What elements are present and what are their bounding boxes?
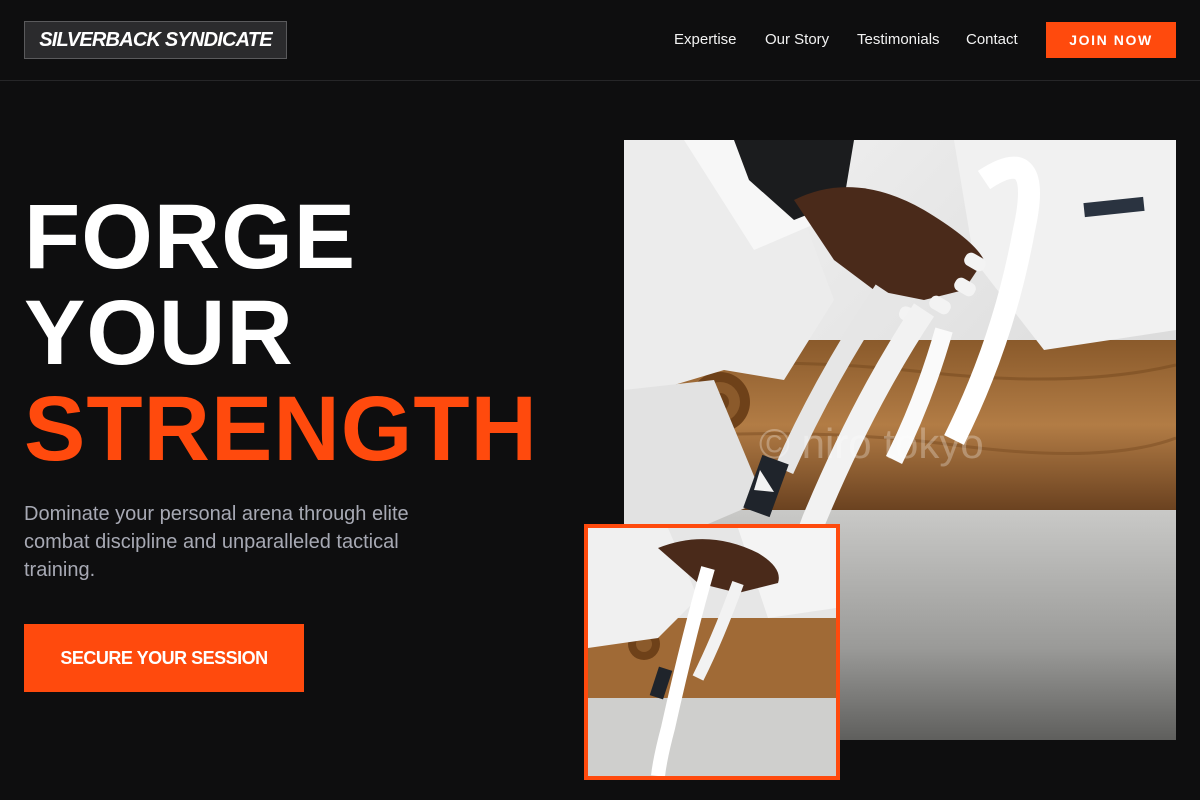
- headline-line-forge: FORGE: [24, 186, 357, 288]
- join-now-button[interactable]: JOIN NOW: [1046, 22, 1176, 58]
- nav-link-expertise[interactable]: Expertise: [674, 31, 737, 51]
- headline-line-your: YOUR: [24, 282, 294, 384]
- hero-headline: FORGE YOUR STRENGTH: [24, 189, 584, 477]
- inset-photo-belt: [584, 524, 840, 780]
- landing-page: SILVERBACK SYNDICATE Expertise Our Story…: [0, 0, 1200, 800]
- nav-link-testimonials[interactable]: Testimonials: [857, 31, 940, 51]
- hero-subtitle: Dominate your personal arena through eli…: [24, 503, 409, 581]
- headline-line-strength: STRENGTH: [24, 378, 538, 480]
- nav-link-our-story[interactable]: Our Story: [765, 31, 829, 51]
- secure-session-button[interactable]: SECURE YOUR SESSION: [24, 624, 304, 692]
- inset-photo-illustration: [588, 528, 836, 776]
- photo-watermark: © niro tokyo: [759, 420, 984, 467]
- site-header: SILVERBACK SYNDICATE Expertise Our Story…: [0, 0, 1200, 81]
- brand-logo[interactable]: SILVERBACK SYNDICATE: [24, 21, 287, 59]
- nav-link-contact[interactable]: Contact: [966, 31, 1018, 51]
